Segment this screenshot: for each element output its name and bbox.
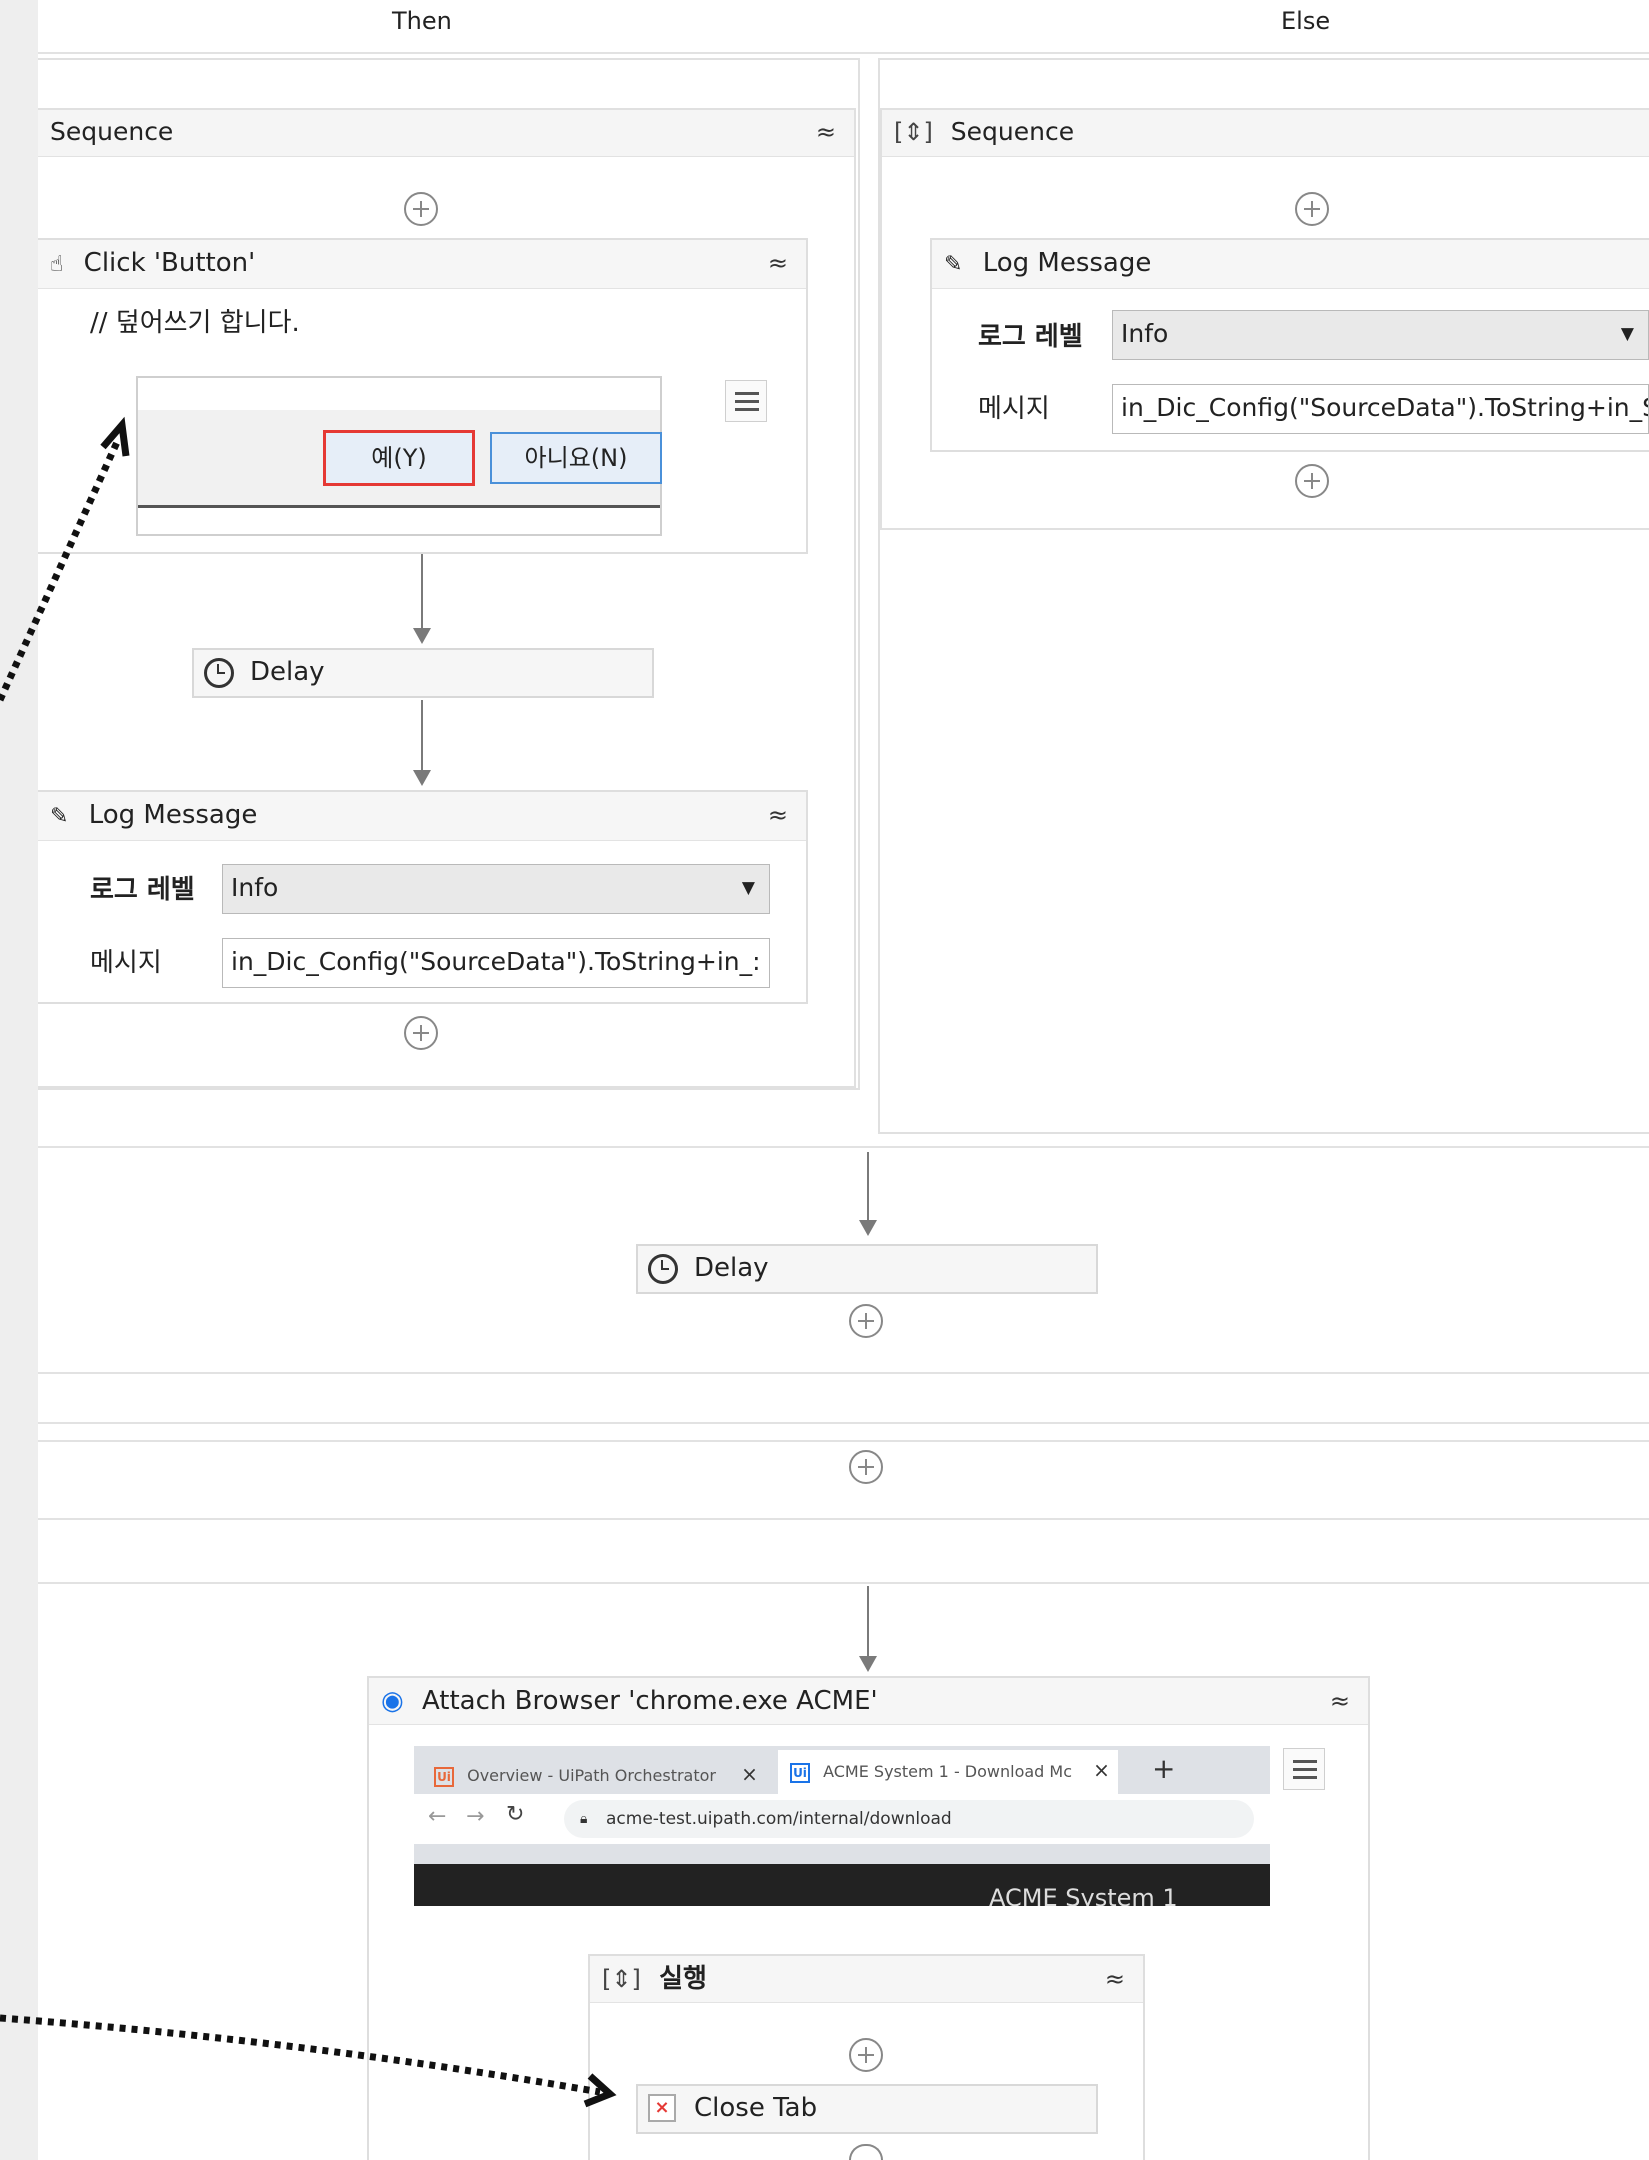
annotation-arrow-line xyxy=(0,438,122,702)
annotation-arrows xyxy=(0,416,617,2108)
annotation-arrow-line xyxy=(0,2014,601,2096)
annotation-arrowhead xyxy=(100,416,130,457)
